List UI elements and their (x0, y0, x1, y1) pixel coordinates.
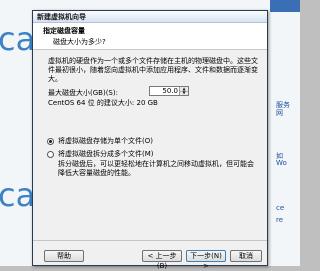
background-side-link[interactable]: Wo (276, 159, 287, 167)
cancel-button[interactable]: 取消 (230, 250, 262, 262)
wizard-header: 指定磁盘容量 磁盘大小为多少? (33, 23, 267, 50)
background-side-link[interactable]: ce (276, 204, 284, 212)
max-disk-size-value[interactable]: 50.0 (162, 87, 178, 96)
stepper-down-icon[interactable]: ▼ (180, 91, 188, 95)
split-disk-note: 拆分磁盘后，可以更轻松地在计算机之间移动虚拟机，但可能会降低大容量磁盘的性能。 (58, 160, 254, 177)
radio-single-file-label: 将虚拟磁盘存储为单个文件(O) (58, 137, 153, 145)
dialog-title: 新建虚拟机向导 (37, 13, 86, 21)
dialog-titlebar[interactable]: 新建虚拟机向导 (33, 11, 267, 23)
back-button[interactable]: < 上一步(B) (142, 250, 182, 270)
radio-single-file-indicator[interactable] (47, 137, 54, 145)
radio-multiple-files[interactable]: 将虚拟磁盘拆分成多个文件(M) (47, 149, 154, 159)
disk-description: 虚拟机的硬盘作为一个或多个文件存储在主机的物理磁盘中。这些文件最初很小，随着您向… (48, 57, 258, 83)
background-top-bar (270, 0, 300, 12)
stepper-buttons: ▲ ▼ (179, 87, 188, 95)
new-vm-wizard-dialog: 新建虚拟机向导 指定磁盘容量 磁盘大小为多少? 虚拟机的硬盘作为一个或多个文件存… (32, 10, 268, 270)
radio-multiple-files-indicator[interactable] (47, 150, 54, 158)
background-side-link[interactable]: 网 (276, 108, 283, 118)
recommended-size-text: CentOS 64 位 的建议大小: 20 GB (48, 99, 158, 107)
wizard-content: 虚拟机的硬盘作为一个或多个文件存储在主机的物理磁盘中。这些文件最初很小，随着您向… (33, 50, 267, 240)
header-title: 指定磁盘容量 (43, 27, 85, 35)
max-disk-size-stepper[interactable]: 50.0 ▲ ▼ (149, 86, 189, 96)
radio-single-file[interactable]: 将虚拟磁盘存储为单个文件(O) (47, 136, 153, 146)
background-side-link[interactable]: re (276, 216, 283, 224)
radio-multiple-files-label: 将虚拟磁盘拆分成多个文件(M) (58, 150, 154, 158)
next-button[interactable]: 下一步(N) > (186, 250, 226, 270)
header-subtitle: 磁盘大小为多少? (53, 38, 106, 46)
footer-divider (33, 240, 267, 241)
max-disk-size-label: 最大磁盘大小(GB)(S): (48, 89, 118, 97)
help-button[interactable]: 帮助 (44, 250, 84, 262)
